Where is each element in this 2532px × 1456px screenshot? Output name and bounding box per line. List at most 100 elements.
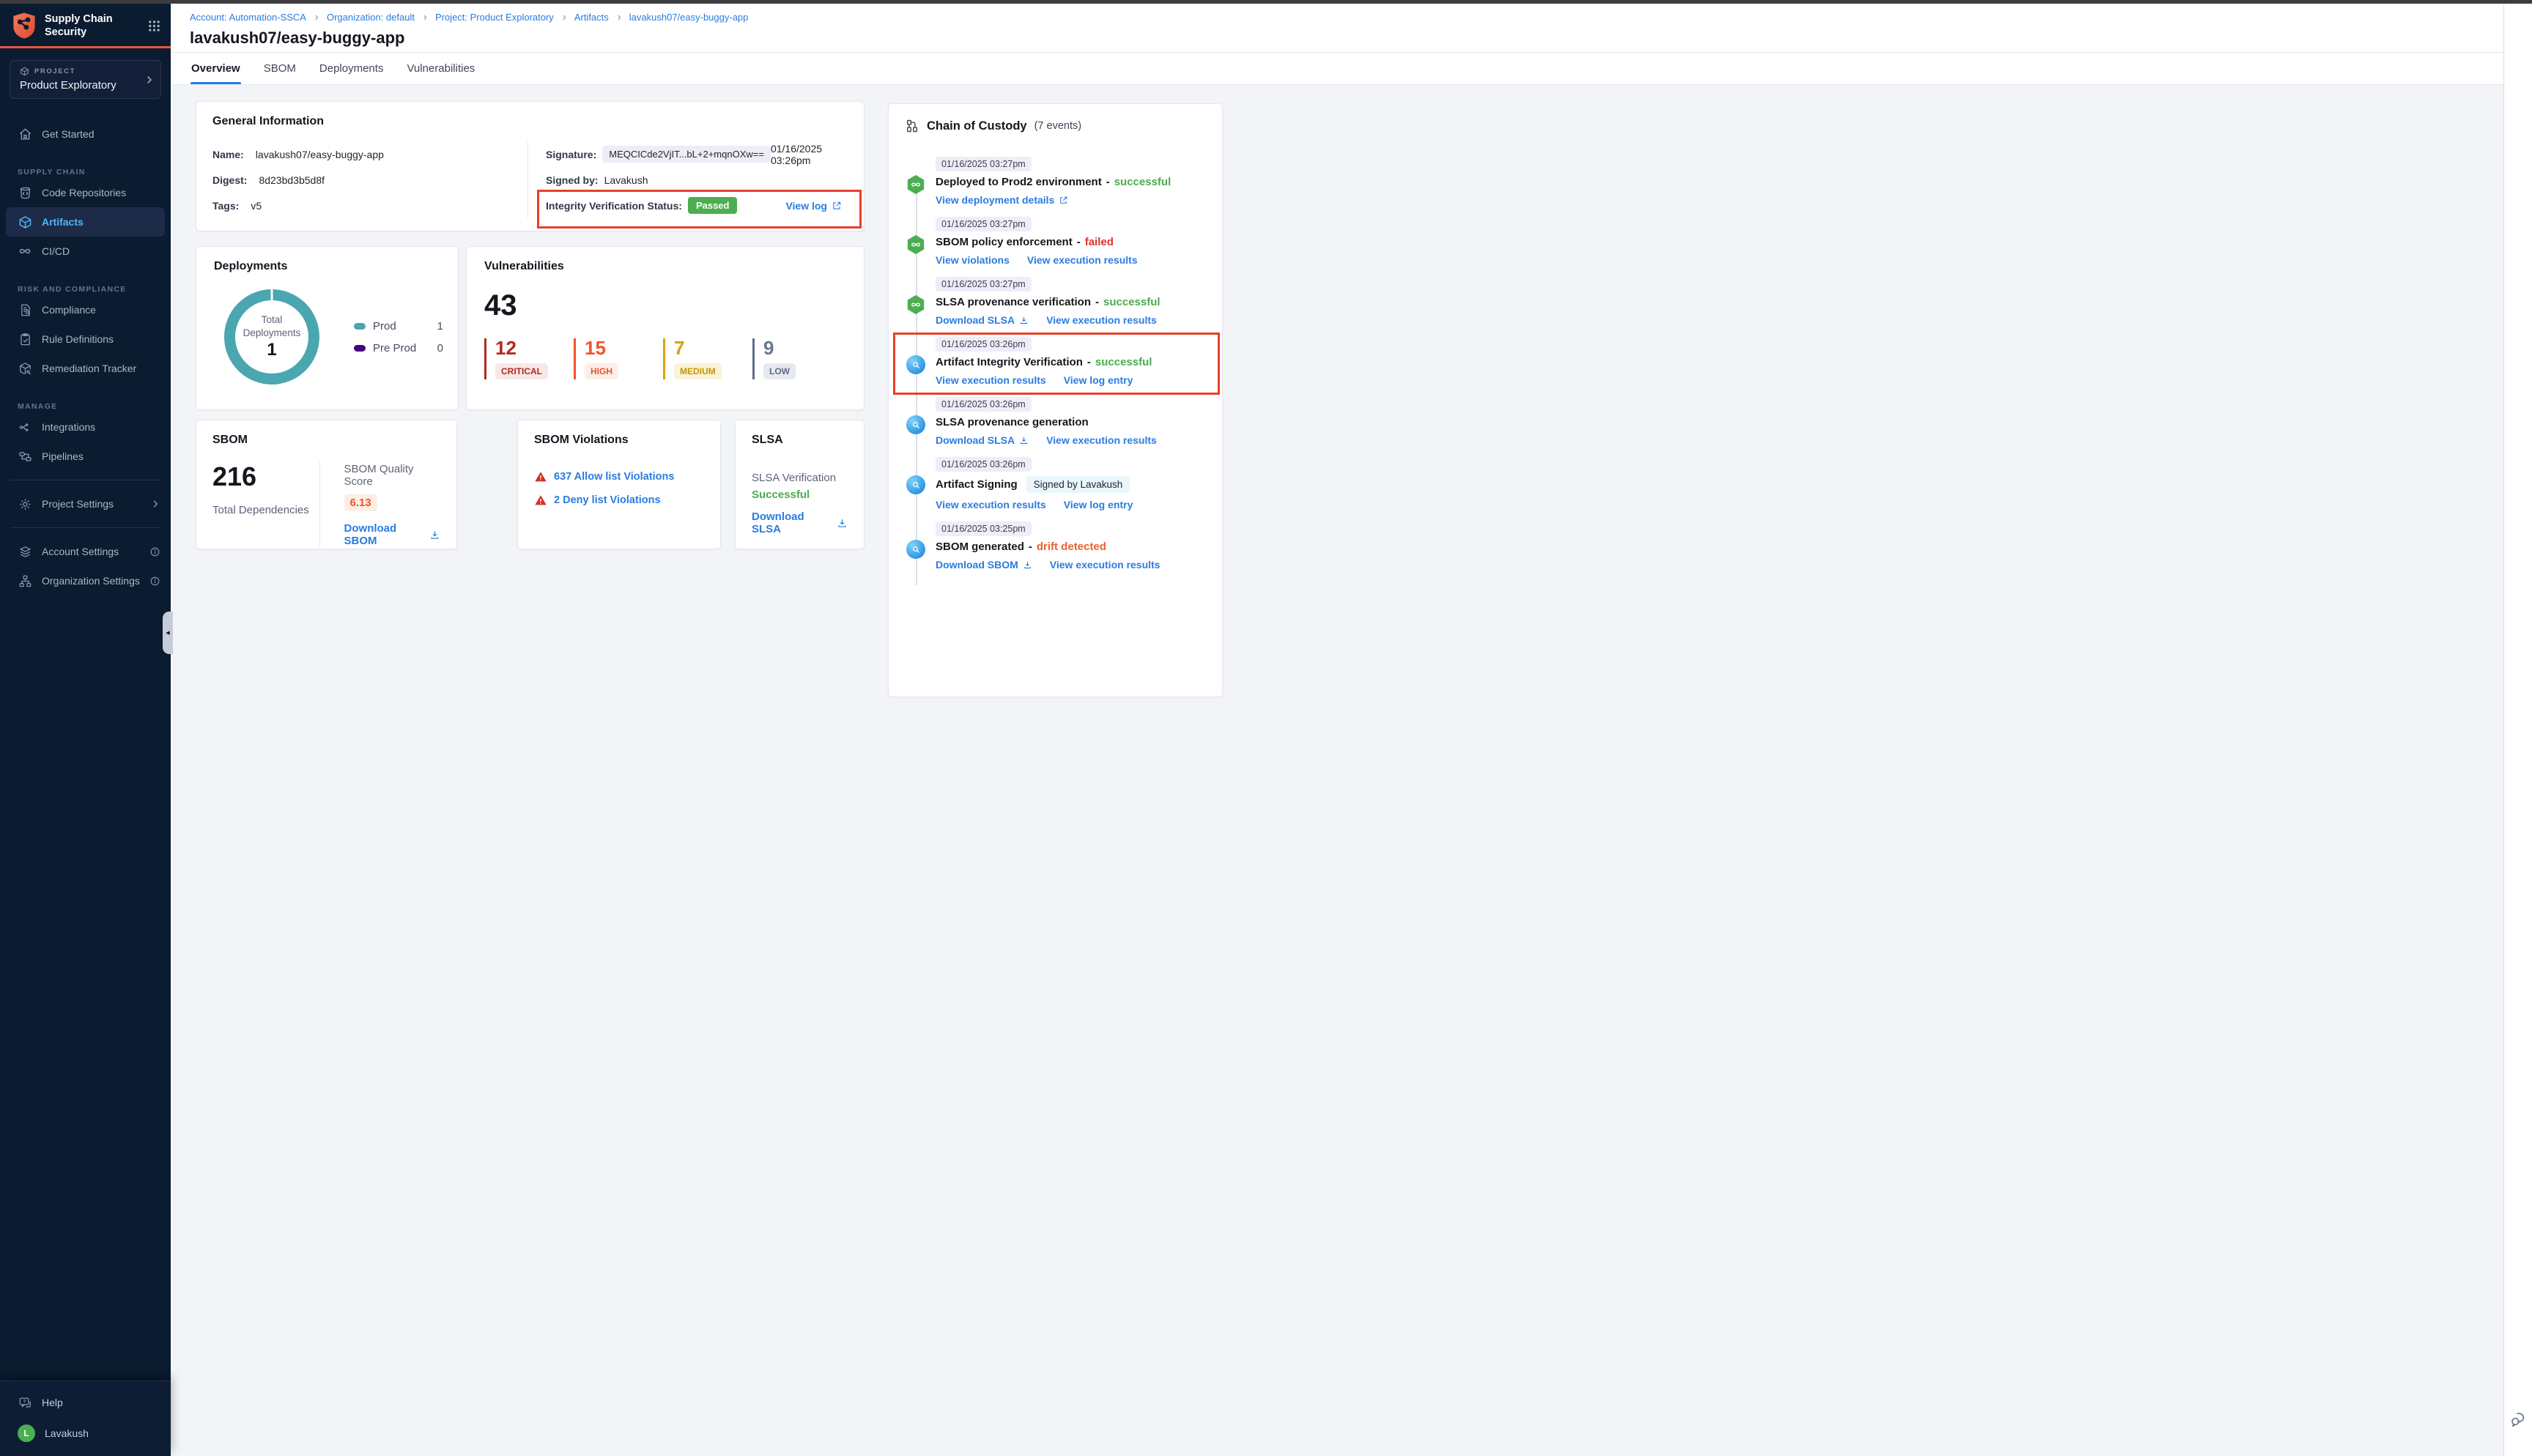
signature-timestamp: 01/16/2025 03:26pm	[771, 143, 848, 166]
download-slsa-link[interactable]: Download SLSA	[936, 434, 1029, 446]
severity-low: 9 LOW	[752, 338, 817, 379]
download-slsa-link[interactable]: Download SLSA	[752, 510, 848, 535]
chevron-right-icon	[615, 14, 623, 21]
external-link-icon	[832, 201, 842, 211]
total-deployments-value: 1	[267, 340, 276, 360]
view-execution-results-link[interactable]: View execution results	[1050, 559, 1160, 571]
legend-item-pre-prod: Pre Prod 0	[354, 342, 443, 354]
sidebar-user[interactable]: L Lavakush	[0, 1418, 171, 1449]
warning-triangle-icon	[534, 494, 547, 507]
sidebar-item-label: Code Repositories	[42, 187, 126, 198]
allow-list-violations-row: 637 Allow list Violations	[534, 470, 704, 483]
home-icon	[18, 127, 32, 141]
info-icon[interactable]	[149, 546, 160, 557]
pipeline-event-icon	[906, 295, 925, 314]
sidebar-item-cicd[interactable]: CI/CD	[0, 237, 171, 266]
vulnerabilities-total: 43	[484, 289, 846, 322]
view-violations-link[interactable]: View violations	[936, 254, 1010, 266]
integrations-icon	[18, 420, 32, 434]
breadcrumb-artifacts[interactable]: Artifacts	[574, 12, 609, 23]
card-title: Deployments	[214, 260, 440, 273]
view-deployment-details-link[interactable]: View deployment details	[936, 194, 1068, 206]
field-signature: Signature: MEQCICde2VjIT...bL+2+mqnOXw==…	[546, 141, 848, 167]
sidebar-item-compliance[interactable]: Compliance	[0, 295, 171, 324]
breadcrumb-account[interactable]: Account: Automation-SSCA	[190, 12, 306, 23]
field-signed-by: Signed by: Lavakush	[546, 167, 848, 193]
download-slsa-link[interactable]: Download SLSA	[936, 314, 1029, 326]
view-execution-results-link[interactable]: View execution results	[1046, 314, 1157, 326]
event-status: successful	[1103, 296, 1160, 308]
gear-icon	[18, 497, 32, 511]
event-timestamp: 01/16/2025 03:27pm	[936, 277, 1032, 291]
signed-by-badge: Signed by Lavakush	[1026, 476, 1130, 493]
download-sbom-link[interactable]: Download SBOM	[344, 522, 440, 547]
coc-event-sbom-policy-enforcement: 01/16/2025 03:27pm SBOM policy enforceme…	[936, 217, 1222, 266]
tab-sbom[interactable]: SBOM	[263, 53, 297, 84]
sidebar-item-help[interactable]: ? Help	[0, 1387, 171, 1418]
sidebar-item-get-started[interactable]: Get Started	[0, 119, 171, 149]
chevron-right-icon	[150, 499, 160, 509]
sidebar-collapse-handle[interactable]: ◀	[163, 612, 173, 654]
sidebar-item-label: Account Settings	[42, 546, 119, 557]
app-switcher-grid-icon[interactable]	[148, 20, 160, 32]
view-execution-results-link[interactable]: View execution results	[936, 374, 1046, 386]
coc-event-artifact-signing: 01/16/2025 03:26pm Artifact Signing Sign…	[936, 457, 1222, 510]
sidebar-item-integrations[interactable]: Integrations	[0, 412, 171, 442]
nav-section-risk-compliance: RISK AND COMPLIANCE	[0, 285, 171, 294]
slsa-verification-label: SLSA Verification	[752, 472, 848, 484]
tab-vulnerabilities[interactable]: Vulnerabilities	[406, 53, 475, 84]
view-execution-results-link[interactable]: View execution results	[1046, 434, 1157, 446]
view-log-entry-link[interactable]: View log entry	[1064, 374, 1133, 386]
chat-bubbles-icon[interactable]	[2509, 1410, 2528, 1428]
svg-text:?: ?	[23, 1399, 26, 1404]
breadcrumb-project[interactable]: Project: Product Exploratory	[435, 12, 554, 23]
sidebar-item-label: Compliance	[42, 304, 96, 316]
breadcrumb: Account: Automation-SSCA Organization: d…	[190, 12, 2503, 23]
event-timestamp: 01/16/2025 03:27pm	[936, 157, 1032, 171]
sidebar-nav: Get Started SUPPLY CHAIN Code Repositori…	[0, 99, 171, 1381]
pre-prod-swatch	[354, 345, 366, 352]
view-log-entry-link[interactable]: View log entry	[1064, 499, 1133, 510]
document-search-icon	[18, 302, 32, 317]
view-execution-results-link[interactable]: View execution results	[1027, 254, 1138, 266]
app-title: Supply Chain Security	[45, 12, 141, 39]
field-digest: Digest: 8d23bd3b5d8f	[212, 167, 528, 193]
card-title: SLSA	[752, 434, 848, 447]
event-title: SLSA provenance verification	[936, 296, 1091, 308]
tab-overview[interactable]: Overview	[190, 53, 241, 84]
scanner-event-icon	[906, 475, 925, 494]
download-icon	[1019, 436, 1029, 445]
page-title: lavakush07/easy-buggy-app	[190, 29, 2503, 48]
sidebar-item-code-repositories[interactable]: Code Repositories	[0, 178, 171, 207]
download-icon	[1023, 560, 1032, 570]
breadcrumb-organization[interactable]: Organization: default	[327, 12, 415, 23]
sidebar-item-label: Organization Settings	[42, 575, 140, 587]
artifacts-cube-icon	[18, 215, 32, 229]
sidebar-item-artifacts[interactable]: Artifacts	[6, 207, 165, 237]
tab-deployments[interactable]: Deployments	[319, 53, 385, 84]
deny-list-violations-link[interactable]: 2 Deny list Violations	[554, 494, 661, 506]
view-log-link[interactable]: View log	[785, 200, 848, 212]
sidebar-item-project-settings[interactable]: Project Settings	[0, 489, 171, 519]
chevron-right-icon	[313, 14, 320, 21]
sidebar-item-account-settings[interactable]: Account Settings	[0, 537, 171, 566]
info-icon[interactable]	[149, 576, 160, 587]
view-execution-results-link[interactable]: View execution results	[936, 499, 1046, 510]
breadcrumb-artifact-name[interactable]: lavakush07/easy-buggy-app	[629, 12, 749, 23]
sidebar-item-organization-settings[interactable]: Organization Settings	[0, 566, 171, 595]
project-selector[interactable]: PROJECT Product Exploratory	[10, 60, 161, 99]
download-sbom-link[interactable]: Download SBOM	[936, 559, 1032, 571]
sidebar-item-pipelines[interactable]: Pipelines	[0, 442, 171, 471]
general-information-card: General Information Name: lavakush07/eas…	[196, 101, 865, 231]
sidebar-item-label: Artifacts	[42, 216, 84, 228]
sidebar-item-rule-definitions[interactable]: Rule Definitions	[0, 324, 171, 354]
chevron-right-icon	[421, 14, 429, 21]
download-icon	[837, 518, 848, 529]
sidebar-item-remediation-tracker[interactable]: Remediation Tracker	[0, 354, 171, 383]
event-timestamp: 01/16/2025 03:27pm	[936, 217, 1032, 231]
sbom-violations-card: SBOM Violations 637 Allow list Violation…	[517, 420, 721, 549]
nav-section-manage: MANAGE	[0, 402, 171, 411]
allow-list-violations-link[interactable]: 637 Allow list Violations	[554, 471, 674, 483]
scanner-event-icon	[906, 355, 925, 374]
nav-section-supply-chain: SUPPLY CHAIN	[0, 168, 171, 177]
